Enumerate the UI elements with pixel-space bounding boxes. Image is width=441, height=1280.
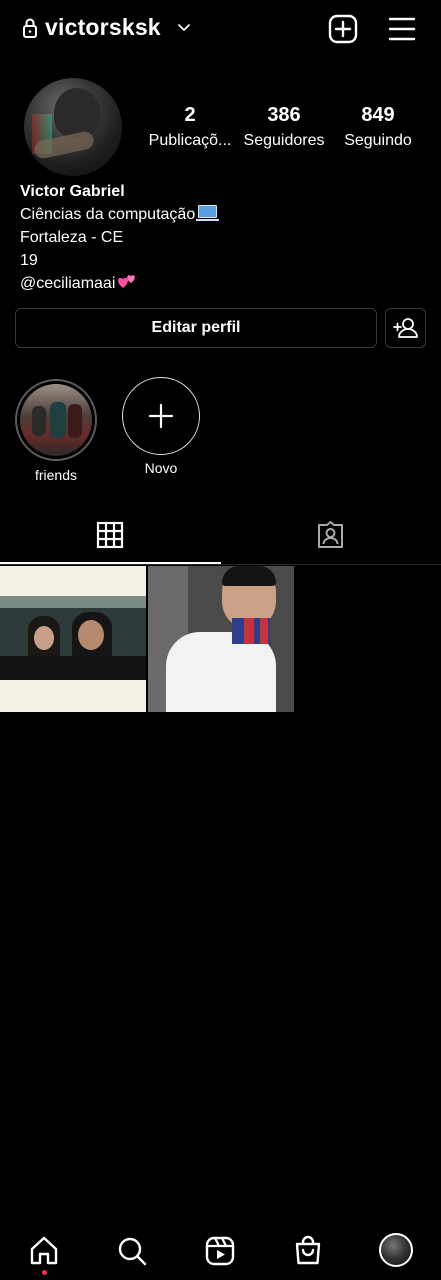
stat-posts[interactable]: 2 Publicaçõ... [140, 104, 240, 150]
bottom-navigation [0, 1228, 441, 1280]
highlight-friends[interactable]: friends [15, 379, 97, 483]
top-bar: victorsksk [0, 0, 441, 58]
plus-square-icon[interactable] [328, 14, 358, 44]
highlight-new[interactable]: Novo [121, 377, 201, 476]
profile-tabs [0, 508, 441, 565]
bio-line: 19 [20, 252, 38, 269]
highlight-label: Novo [144, 460, 178, 476]
bio-line: Ciências da computação [20, 203, 220, 226]
bio-mention-link[interactable]: @ceciliamaai [20, 275, 115, 292]
notification-dot [42, 1270, 47, 1275]
two-hearts-emoji-icon [118, 275, 136, 288]
post-thumbnail[interactable] [0, 566, 146, 712]
edit-profile-button[interactable]: Editar perfil [15, 308, 377, 348]
bio-mention-line: @ceciliamaai [20, 272, 217, 295]
followers-label: Seguidores [243, 132, 325, 149]
shop-icon[interactable] [292, 1235, 324, 1267]
bio-line: Fortaleza - CE [20, 229, 124, 246]
add-user-button[interactable] [385, 308, 426, 348]
lock-icon [23, 18, 37, 38]
followers-count: 386 [267, 104, 301, 126]
stat-following[interactable]: 849 Seguindo [328, 104, 428, 150]
posts-count: 2 [184, 104, 196, 126]
posts-label: Publicaçõ... [148, 132, 232, 149]
profile-name: Victor Gabriel [20, 183, 125, 200]
add-user-icon [393, 318, 418, 338]
post-thumbnail[interactable] [148, 566, 294, 712]
following-label: Seguindo [344, 132, 412, 149]
highlight-thumbnail [20, 384, 92, 456]
tagged-person-icon[interactable] [316, 520, 345, 549]
active-tab-indicator [0, 562, 221, 564]
profile-bio: Victor Gabriel Ciências da computação Fo… [20, 180, 220, 295]
chevron-down-icon[interactable] [176, 21, 192, 35]
highlight-label: friends [34, 467, 78, 483]
account-username[interactable]: victorsksk [45, 14, 161, 41]
bio-text: Ciências da computação [20, 206, 196, 223]
search-icon[interactable] [116, 1235, 148, 1267]
following-count: 849 [361, 104, 395, 126]
plus-icon [148, 403, 174, 429]
stat-followers[interactable]: 386 Seguidores [234, 104, 334, 150]
hamburger-menu-icon[interactable] [388, 16, 416, 42]
laptop-emoji-icon [196, 205, 220, 221]
profile-avatar[interactable] [379, 1233, 413, 1267]
grid-icon[interactable] [96, 521, 124, 549]
home-icon[interactable] [28, 1235, 60, 1267]
profile-avatar[interactable] [24, 78, 122, 176]
reels-icon[interactable] [204, 1235, 236, 1267]
